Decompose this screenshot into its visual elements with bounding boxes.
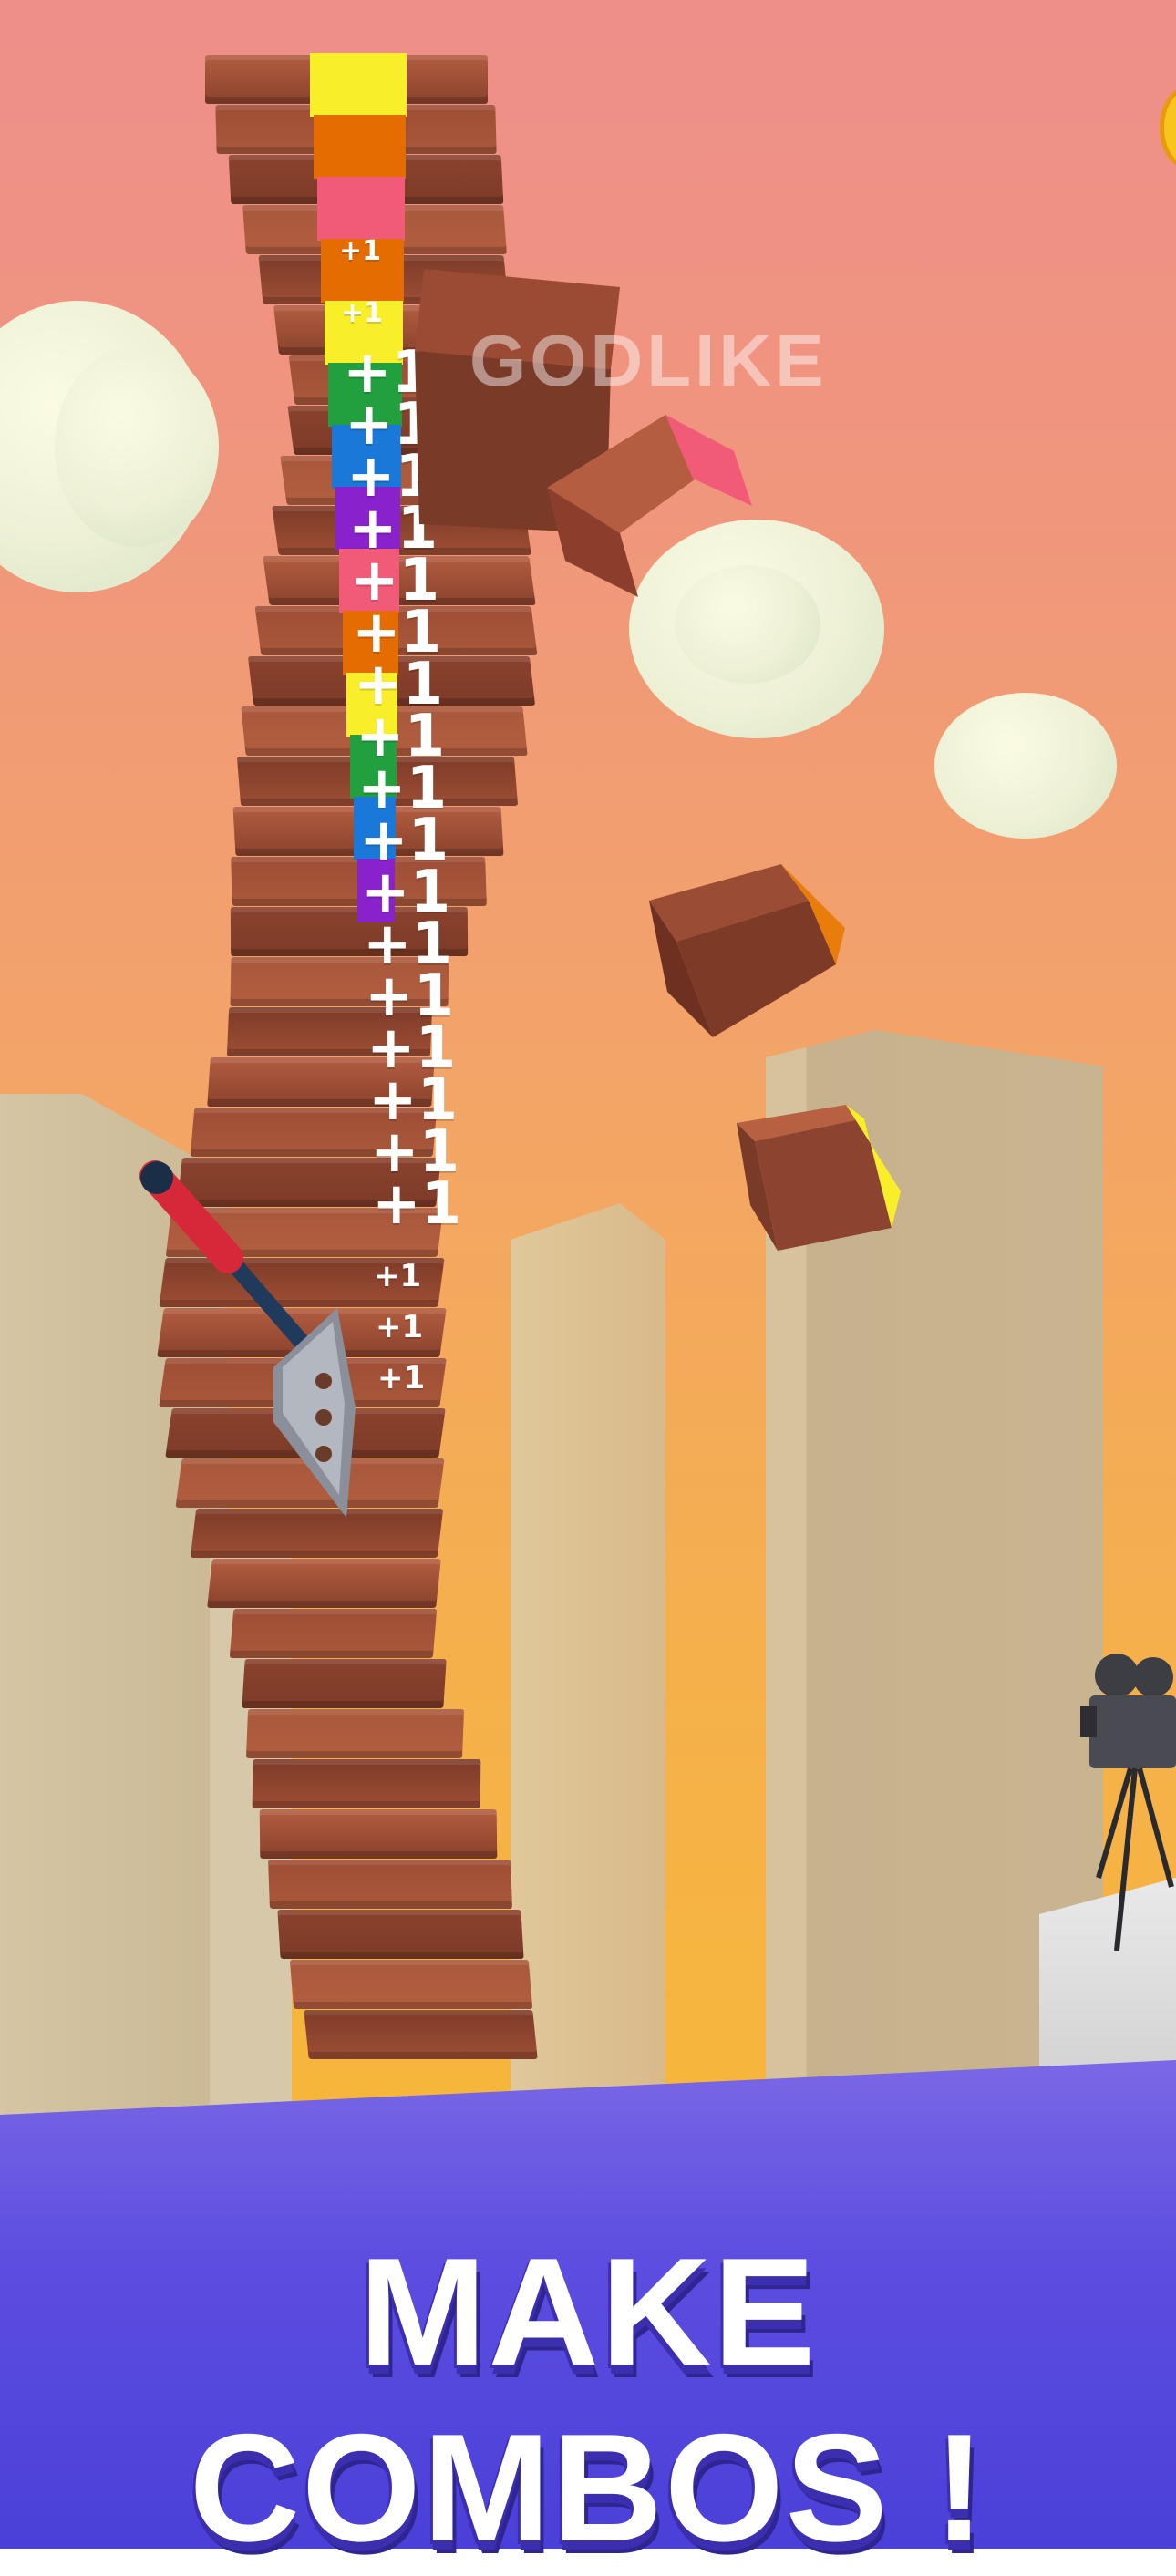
flying-chunk-3	[649, 864, 845, 1037]
tower-brick	[290, 1960, 533, 2009]
score-popup: +1	[377, 1360, 426, 1396]
score-popup: +1	[376, 1309, 424, 1345]
tower-brick	[207, 1559, 442, 1608]
tower-brick	[267, 1860, 512, 1909]
tower-brick	[259, 1809, 498, 1859]
tower-brick	[303, 2010, 538, 2059]
score-popup: +1	[372, 1170, 462, 1238]
axe-icon[interactable]	[137, 1158, 374, 1540]
tower-brick	[252, 1759, 481, 1808]
score-popup: +1	[339, 235, 382, 267]
stripe-segment	[317, 177, 405, 241]
stripe-segment	[314, 115, 406, 179]
cloud-right	[934, 693, 1117, 839]
flying-chunk-4	[737, 1105, 901, 1251]
score-popup: +1	[341, 297, 384, 329]
camera-icon	[1080, 1654, 1176, 1951]
score-popup: +1	[374, 1258, 422, 1294]
building-mid	[511, 1203, 665, 2115]
tower-brick	[229, 1609, 438, 1658]
flying-chunk-2	[547, 415, 752, 597]
banner-headline: MAKE COMBOS !	[189, 2226, 987, 2573]
cloud-left-b	[55, 346, 219, 547]
tower-brick	[241, 1659, 447, 1708]
coin-icon	[1160, 87, 1176, 169]
stripe-segment	[310, 53, 407, 117]
combo-rating-label: GODLIKE	[469, 320, 828, 401]
tower-brick	[277, 1910, 524, 1959]
tower-brick	[245, 1709, 464, 1758]
